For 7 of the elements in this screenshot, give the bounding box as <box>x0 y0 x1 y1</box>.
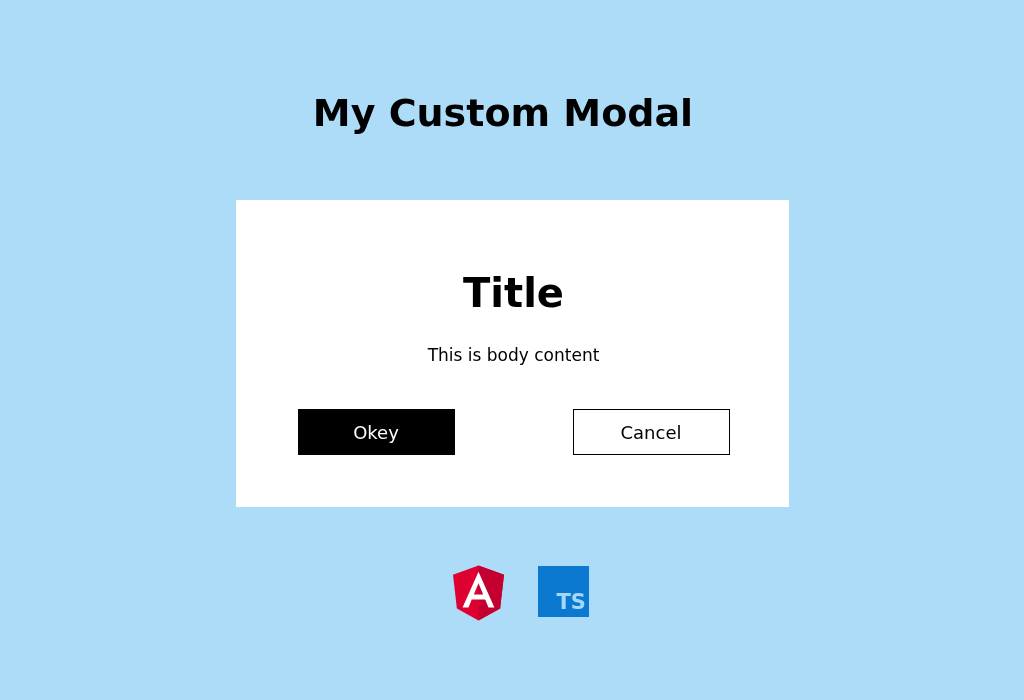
page-heading: My Custom Modal <box>312 90 694 137</box>
modal-title: Title <box>463 269 564 318</box>
modal-body-text: This is body content <box>427 344 600 366</box>
cancel-button[interactable]: Cancel <box>572 409 730 455</box>
shield-logo-icon <box>453 565 504 621</box>
okey-button[interactable]: Okey <box>297 409 455 455</box>
ts-logo: TS <box>538 566 589 617</box>
